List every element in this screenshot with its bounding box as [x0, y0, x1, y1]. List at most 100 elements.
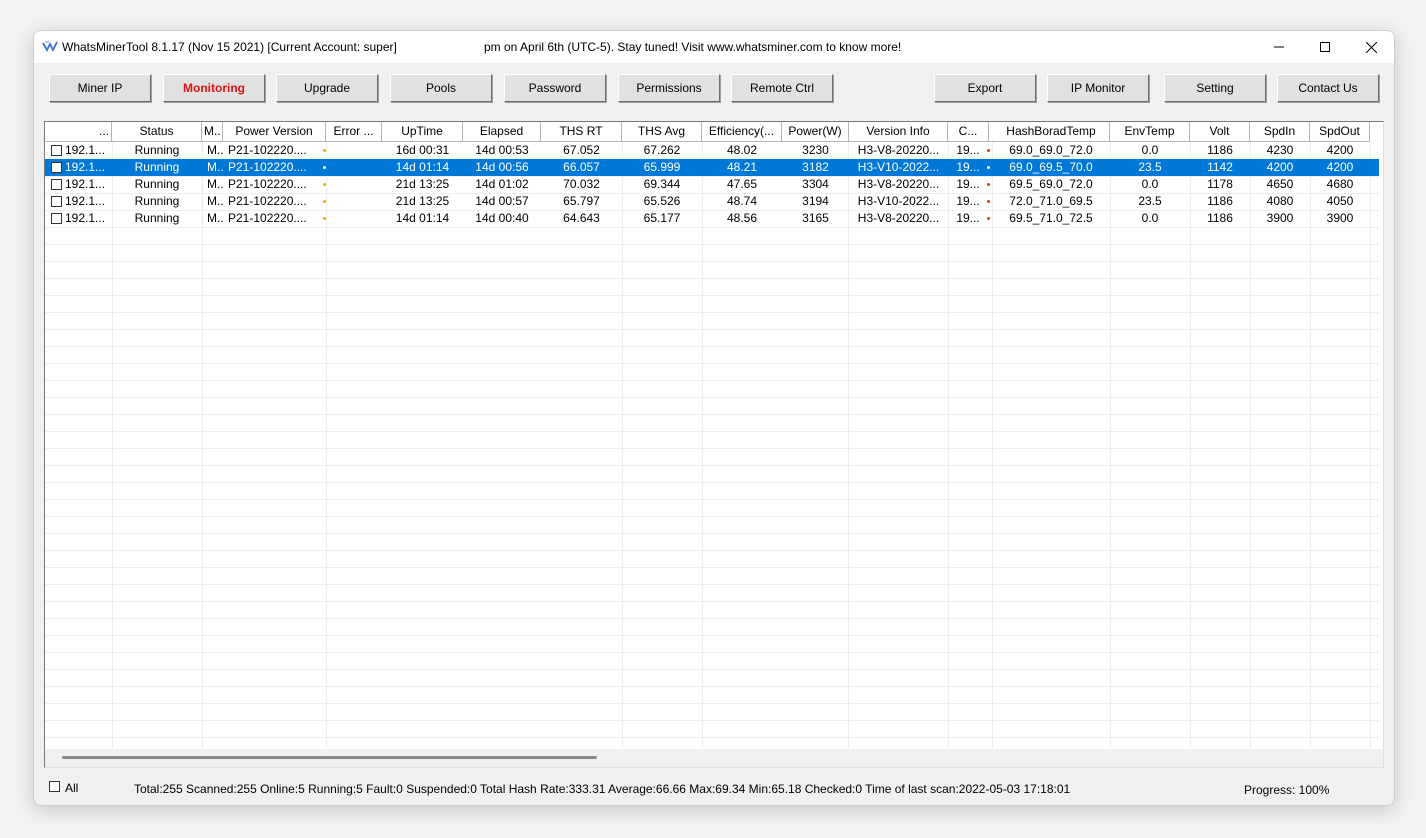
cell-volt: 1142	[1207, 160, 1233, 174]
select-all-label: All	[65, 781, 79, 795]
column-header-spd-in[interactable]: SpdIn	[1250, 122, 1310, 142]
maximize-button[interactable]	[1302, 31, 1348, 63]
column-divider	[1250, 142, 1251, 748]
setting-button[interactable]: Setting	[1164, 74, 1266, 102]
window-title: WhatsMinerTool 8.1.17 (Nov 15 2021) [Cur…	[62, 40, 397, 54]
cell-version-info: H3-V8-20220...	[857, 177, 940, 191]
cell-model: M..	[207, 143, 223, 157]
cell-uptime: 21d 13:25	[395, 177, 450, 191]
row-checkbox[interactable]	[51, 213, 62, 224]
table-row[interactable]: 192.1... Running M.. P21-102220.... 14d 01:1…	[45, 159, 1379, 176]
cell-model: M..	[207, 194, 223, 208]
row-divider	[45, 567, 1379, 568]
export-button[interactable]: Export	[934, 74, 1036, 102]
scan-summary: Total:255 Scanned:255 Online:5 Running:5…	[134, 782, 1071, 796]
cell-power: 3304	[802, 177, 829, 191]
table-row[interactable]: 192.1... Running M.. P21-102220.... 21d 13:2…	[45, 176, 1379, 193]
row-divider	[45, 686, 1379, 687]
column-header-ths-rt[interactable]: THS RT	[541, 122, 622, 142]
cell-env-temp: 23.5	[1138, 160, 1162, 174]
column-divider	[326, 142, 327, 748]
row-divider	[45, 533, 1379, 534]
title-bar[interactable]: WhatsMinerTool 8.1.17 (Nov 15 2021) [Cur…	[34, 31, 1394, 63]
column-divider	[1110, 142, 1111, 748]
column-header-model[interactable]: M..	[202, 122, 223, 142]
cell-power: 3165	[802, 211, 829, 225]
column-header-c[interactable]: C...	[948, 122, 989, 142]
column-header-efficiency[interactable]: Efficiency(...	[702, 122, 782, 142]
row-divider	[45, 380, 1379, 381]
column-divider	[622, 142, 623, 748]
cell-spd-out: 4200	[1326, 143, 1354, 157]
cell-ip: 192.1...	[65, 160, 106, 174]
column-header-spd-out[interactable]: SpdOut	[1310, 122, 1370, 142]
row-checkbox[interactable]	[51, 145, 62, 156]
column-header-uptime[interactable]: UpTime	[382, 122, 463, 142]
row-divider	[45, 244, 1379, 245]
pools-button[interactable]: Pools	[390, 74, 492, 102]
table-row[interactable]: 192.1... Running M.. P21-102220.... 21d 13:2…	[45, 193, 1379, 210]
cell-uptime: 14d 01:14	[395, 160, 450, 174]
error-indicator-dot	[323, 217, 326, 220]
column-header-error[interactable]: Error ...	[326, 122, 382, 142]
table-row[interactable]: 192.1... Running M.. P21-102220.... 16d 00:3…	[45, 142, 1379, 159]
cell-status: Running	[134, 160, 180, 174]
cell-power-version: P21-102220....	[228, 177, 307, 191]
miner-ip-button[interactable]: Miner IP	[49, 74, 151, 102]
column-header-power-version[interactable]: Power Version	[223, 122, 326, 142]
cell-volt: 1186	[1207, 211, 1233, 225]
row-divider	[45, 448, 1379, 449]
column-header-ths-avg[interactable]: THS Avg	[622, 122, 702, 142]
cell-hashboard-temp: 69.5_69.0_72.0	[1009, 177, 1093, 191]
cell-hashboard-temp: 72.0_71.0_69.5	[1009, 194, 1093, 208]
column-header-power[interactable]: Power(W)	[782, 122, 849, 142]
column-divider	[992, 142, 993, 748]
column-header-hashboard-temp[interactable]: HashBoradTemp	[993, 122, 1110, 142]
cell-c: 19...	[956, 211, 980, 225]
cell-efficiency: 48.56	[726, 211, 758, 225]
contact-us-button[interactable]: Contact Us	[1277, 74, 1379, 102]
cell-env-temp: 23.5	[1138, 194, 1162, 208]
minimize-button[interactable]	[1256, 31, 1302, 63]
select-all-checkbox[interactable]	[49, 781, 60, 792]
status-indicator-dot	[987, 149, 990, 152]
cell-ip: 192.1...	[65, 143, 106, 157]
horizontal-scrollbar[interactable]	[45, 749, 1383, 767]
row-divider	[45, 278, 1379, 279]
monitoring-tab[interactable]: Monitoring	[163, 74, 265, 102]
cell-error	[326, 142, 382, 159]
cell-power: 3194	[802, 194, 829, 208]
cell-spd-in: 4230	[1266, 143, 1294, 157]
cell-version-info: H3-V8-20220...	[857, 143, 940, 157]
column-header-elapsed[interactable]: Elapsed	[463, 122, 541, 142]
permissions-button[interactable]: Permissions	[618, 74, 720, 102]
ip-monitor-button[interactable]: IP Monitor	[1047, 74, 1149, 102]
remote-ctrl-button[interactable]: Remote Ctrl	[731, 74, 833, 102]
status-indicator-dot	[987, 166, 990, 169]
miner-table[interactable]: ... Status M.. Power Version Error ... UpTime…	[44, 121, 1384, 768]
scrollbar-thumb[interactable]	[62, 756, 597, 759]
row-checkbox[interactable]	[51, 162, 62, 173]
cell-status: Running	[134, 143, 180, 157]
column-divider	[848, 142, 849, 748]
close-icon	[1365, 41, 1377, 53]
password-button[interactable]: Password	[504, 74, 606, 102]
cell-ths-avg: 65.526	[643, 194, 681, 208]
row-checkbox[interactable]	[51, 196, 62, 207]
cell-ths-rt: 64.643	[563, 211, 600, 225]
upgrade-button[interactable]: Upgrade	[276, 74, 378, 102]
column-header-volt[interactable]: Volt	[1190, 122, 1250, 142]
row-checkbox[interactable]	[51, 179, 62, 190]
column-header-version-info[interactable]: Version Info	[849, 122, 948, 142]
table-row[interactable]: 192.1... Running M.. P21-102220.... 14d 01:1…	[45, 210, 1379, 227]
column-header-env-temp[interactable]: EnvTemp	[1110, 122, 1190, 142]
main-window: WhatsMinerTool 8.1.17 (Nov 15 2021) [Cur…	[33, 30, 1395, 806]
cell-model: M..	[207, 177, 223, 191]
status-indicator-dot	[987, 183, 990, 186]
close-button[interactable]	[1348, 31, 1394, 63]
row-divider	[45, 482, 1379, 483]
cell-spd-in: 4200	[1266, 160, 1294, 174]
row-divider	[45, 516, 1379, 517]
column-header-status[interactable]: Status	[112, 122, 202, 142]
column-header-ip[interactable]: ...	[45, 122, 112, 142]
